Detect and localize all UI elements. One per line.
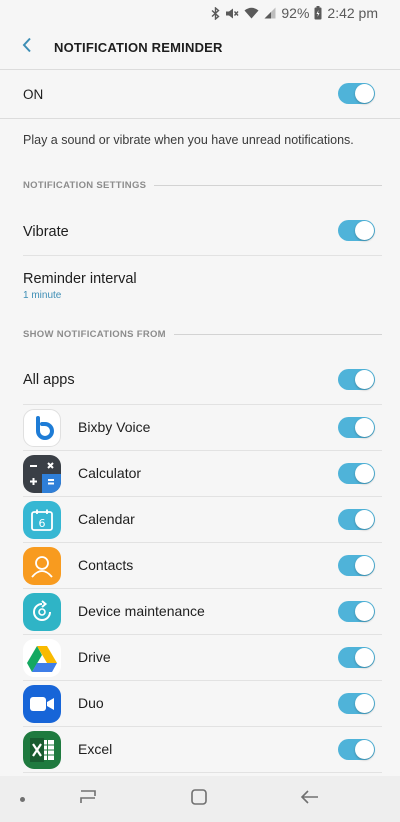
back-nav-icon (300, 789, 320, 810)
app-name: Drive (78, 649, 111, 665)
toggle-knob (355, 221, 374, 240)
battery-icon (314, 6, 322, 20)
app-toggle[interactable] (338, 463, 375, 484)
app-toggle[interactable] (338, 693, 375, 714)
master-switch-row[interactable]: ON (0, 70, 400, 118)
nav-hide-dot[interactable] (20, 797, 25, 802)
excel-icon (23, 731, 61, 769)
toggle-knob (355, 418, 374, 437)
all-apps-toggle[interactable] (338, 369, 375, 390)
bluetooth-icon (211, 6, 220, 20)
battery-percent: 92% (281, 5, 310, 21)
navigation-bar (0, 776, 400, 822)
toggle-knob (355, 648, 374, 667)
app-name: Calendar (78, 511, 135, 527)
app-bar: NOTIFICATION REMINDER (0, 26, 400, 68)
row-divider (23, 772, 382, 773)
vibrate-row[interactable]: Vibrate (0, 209, 400, 255)
device-maintenance-icon (23, 593, 61, 631)
app-name: Contacts (78, 557, 134, 573)
show-notifications-header: SHOW NOTIFICATIONS FROM (23, 329, 382, 340)
toggle-knob (355, 556, 374, 575)
home-icon (190, 788, 208, 811)
app-toggle[interactable] (338, 555, 375, 576)
master-switch-label: ON (23, 86, 44, 102)
app-name: Duo (78, 695, 104, 711)
vibrate-label: Vibrate (23, 224, 69, 240)
notification-settings-header: NOTIFICATION SETTINGS (23, 180, 382, 191)
vibrate-toggle[interactable] (338, 220, 375, 241)
reminder-interval-label: Reminder interval (23, 271, 137, 287)
section-line (173, 334, 382, 335)
bixby-icon (23, 409, 61, 447)
calendar-icon: 6 (23, 501, 61, 539)
toggle-knob (355, 370, 374, 389)
mute-icon (225, 7, 239, 20)
app-row-calculator[interactable]: Calculator (0, 451, 400, 497)
duo-icon (23, 685, 61, 723)
section-line (154, 185, 382, 186)
app-name: Bixby Voice (78, 419, 151, 435)
app-row-bixby-voice[interactable]: Bixby Voice (0, 405, 400, 451)
svg-text:6: 6 (39, 517, 46, 530)
clock: 2:42 pm (327, 5, 378, 21)
drive-icon (23, 639, 61, 677)
app-name: Device maintenance (78, 603, 205, 619)
wifi-icon (244, 7, 259, 19)
reminder-interval-value: 1 minute (23, 290, 62, 301)
page-title: NOTIFICATION REMINDER (54, 39, 223, 55)
recents-button[interactable] (76, 788, 100, 810)
calculator-icon (23, 455, 61, 493)
home-button[interactable] (187, 788, 211, 810)
app-row-duo[interactable]: Duo (0, 681, 400, 727)
section-title: NOTIFICATION SETTINGS (23, 180, 147, 191)
section-title: SHOW NOTIFICATIONS FROM (23, 329, 166, 340)
all-apps-label: All apps (23, 372, 75, 388)
signal-icon (264, 7, 276, 19)
toggle-knob (355, 740, 374, 759)
toggle-knob (355, 602, 374, 621)
app-toggle[interactable] (338, 601, 375, 622)
recents-icon (78, 789, 98, 810)
back-arrow-icon (22, 37, 32, 58)
app-row-drive[interactable]: Drive (0, 635, 400, 681)
app-row-device-maintenance[interactable]: Device maintenance (0, 589, 400, 635)
status-bar: 92% 2:42 pm (0, 0, 400, 26)
app-toggle[interactable] (338, 739, 375, 760)
app-row-excel[interactable]: Excel (0, 727, 400, 773)
app-toggle[interactable] (338, 647, 375, 668)
toggle-knob (355, 510, 374, 529)
toggle-knob (355, 84, 374, 103)
app-row-calendar[interactable]: 6 Calendar (0, 497, 400, 543)
all-apps-row[interactable]: All apps (0, 357, 400, 403)
app-name: Excel (78, 741, 113, 757)
master-divider (0, 118, 400, 119)
toggle-knob (355, 694, 374, 713)
description-text: Play a sound or vibrate when you have un… (23, 133, 354, 147)
back-nav-button[interactable] (298, 788, 322, 810)
contacts-icon (23, 547, 61, 585)
toggle-knob (355, 464, 374, 483)
app-toggle[interactable] (338, 509, 375, 530)
app-name: Calculator (78, 465, 142, 481)
app-toggle[interactable] (338, 417, 375, 438)
back-button[interactable] (0, 26, 54, 68)
master-toggle[interactable] (338, 83, 375, 104)
app-row-contacts[interactable]: Contacts (0, 543, 400, 589)
